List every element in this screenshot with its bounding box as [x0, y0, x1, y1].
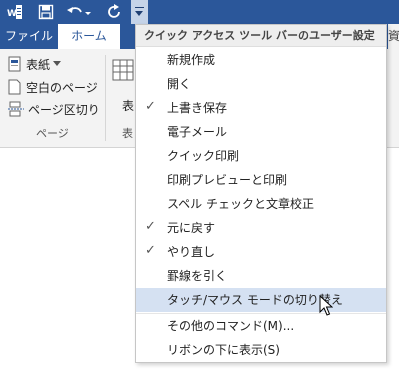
svg-text:W: W — [7, 9, 17, 19]
cover-page-button[interactable]: 表紙 — [8, 55, 62, 73]
menu-item-email[interactable]: 電子メール — [136, 120, 386, 144]
menu-item-quick-print[interactable]: クイック印刷 — [136, 144, 386, 168]
menu-item-label: 新規作成 — [167, 53, 216, 67]
table-button[interactable]: 表 — [112, 59, 134, 113]
save-icon[interactable] — [36, 2, 56, 22]
blank-page-button[interactable]: 空白のページ — [8, 78, 98, 96]
menu-item-save[interactable]: ✓ 上書き保存 — [136, 96, 386, 120]
customize-bar-icon — [135, 7, 144, 8]
menu-item-label: スペル チェックと文章校正 — [167, 197, 314, 211]
menu-item-show-below-ribbon[interactable]: リボンの下に表示(S) — [136, 338, 386, 362]
word-logo-icon[interactable]: W — [6, 2, 24, 22]
table-button-label: 表 — [122, 99, 135, 113]
check-icon: ✓ — [145, 243, 156, 258]
menu-item-label: クイック印刷 — [167, 149, 240, 163]
blank-page-label: 空白のページ — [26, 80, 98, 95]
blank-page-icon — [8, 79, 21, 95]
redo-icon[interactable] — [106, 2, 124, 22]
menu-item-label: 上書き保存 — [167, 101, 228, 115]
dropdown-arrow-icon — [53, 61, 62, 66]
table-icon — [112, 59, 134, 81]
tab-file[interactable]: ファイル — [0, 24, 58, 49]
page-break-icon — [8, 101, 24, 117]
tab-home[interactable]: ホーム — [58, 24, 120, 49]
menu-item-label: 電子メール — [167, 125, 228, 139]
chevron-down-icon — [135, 11, 143, 16]
menu-item-new[interactable]: 新規作成 — [136, 48, 386, 72]
menu-item-label: 開く — [167, 77, 192, 91]
menu-item-more-commands[interactable]: その他のコマンド(M)... — [136, 314, 386, 338]
menu-item-label: やり直し — [167, 245, 216, 259]
cover-page-label: 表紙 — [26, 57, 51, 72]
menu-title: クイック アクセス ツール バーのユーザー設定 — [136, 25, 386, 47]
menu-item-label: 罫線を引く — [167, 269, 228, 283]
title-bar: W — [0, 0, 399, 24]
qat-customize-menu: クイック アクセス ツール バーのユーザー設定 新規作成 開く ✓ 上書き保存 … — [135, 24, 387, 363]
undo-icon[interactable] — [66, 2, 92, 22]
menu-item-label: その他のコマンド(M)... — [167, 319, 295, 333]
cover-page-icon — [8, 56, 21, 72]
check-icon: ✓ — [145, 99, 156, 114]
group-separator — [105, 55, 106, 141]
customize-qat-button[interactable] — [131, 0, 148, 24]
menu-item-spelling[interactable]: スペル チェックと文章校正 — [136, 192, 386, 216]
tab-partial-right[interactable]: 資 — [388, 24, 399, 49]
menu-item-label: 印刷プレビューと印刷 — [167, 173, 288, 187]
mouse-cursor-icon — [319, 294, 334, 320]
page-break-button[interactable]: ページ区切り — [8, 100, 100, 118]
menu-item-label: リボンの下に表示(S) — [167, 343, 280, 357]
check-icon: ✓ — [145, 219, 156, 234]
menu-item-print-preview[interactable]: 印刷プレビューと印刷 — [136, 168, 386, 192]
menu-item-label: タッチ/マウス モードの切り替え — [167, 293, 343, 307]
page-break-label: ページ区切り — [28, 102, 100, 117]
menu-item-label: 元に戻す — [167, 221, 216, 235]
menu-item-redo[interactable]: ✓ やり直し — [136, 240, 386, 264]
menu-item-touch-mouse-mode[interactable]: タッチ/マウス モードの切り替え — [136, 288, 386, 312]
group-label-pages: ページ — [36, 127, 69, 140]
group-label-table: 表 — [122, 127, 133, 140]
menu-item-open[interactable]: 開く — [136, 72, 386, 96]
menu-item-draw-borders[interactable]: 罫線を引く — [136, 264, 386, 288]
menu-item-undo[interactable]: ✓ 元に戻す — [136, 216, 386, 240]
